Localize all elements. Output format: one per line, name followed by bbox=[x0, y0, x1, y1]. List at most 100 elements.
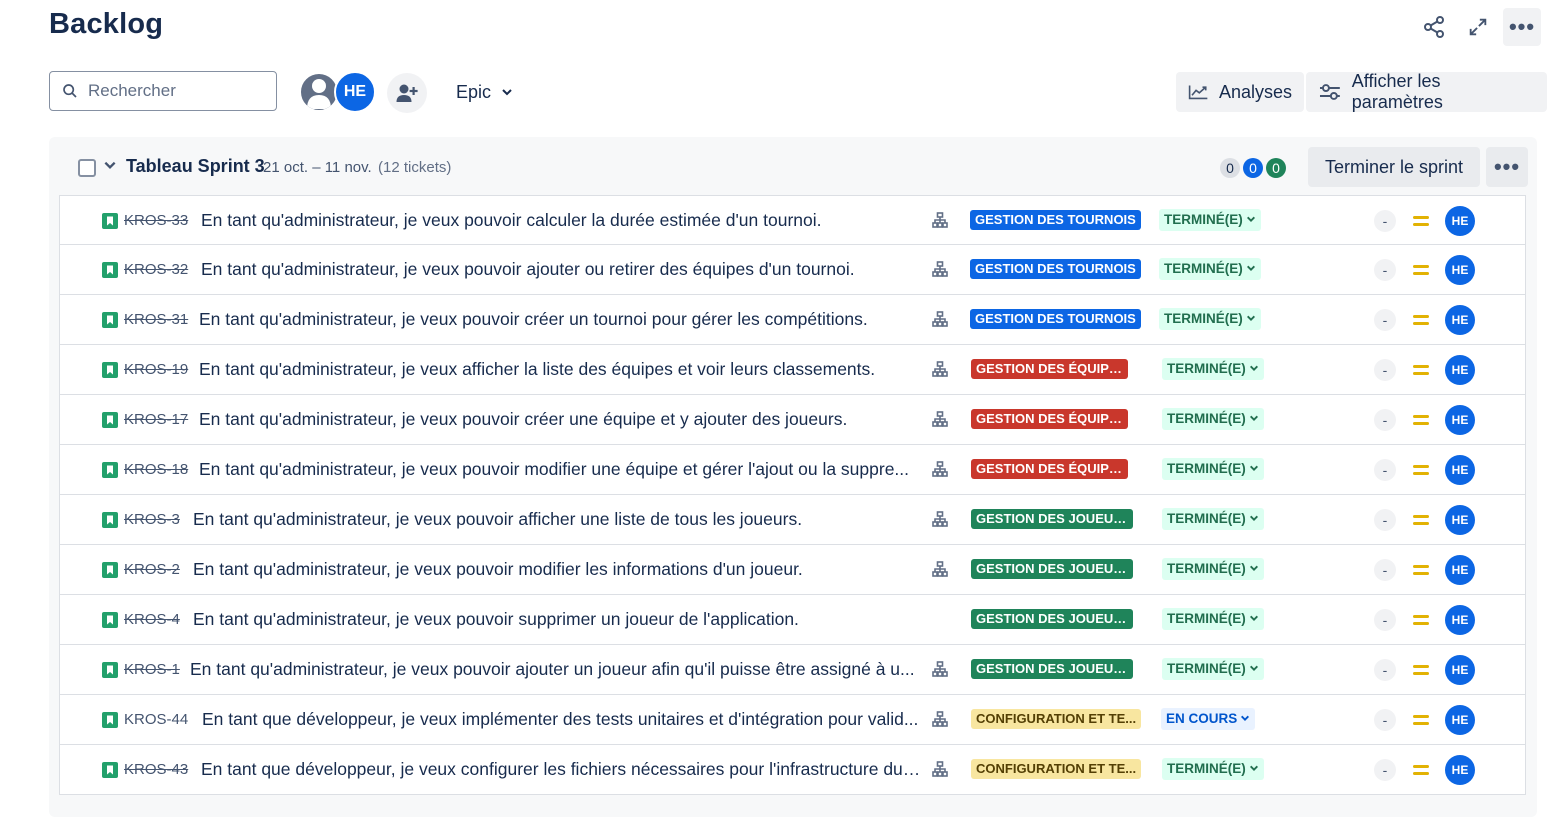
issue-summary[interactable]: En tant qu'administrateur, je veux affic… bbox=[199, 359, 875, 380]
epic-lozenge[interactable]: GESTION DES TOURNOIS bbox=[970, 210, 1141, 230]
epic-lozenge[interactable]: GESTION DES ÉQUIPES bbox=[971, 409, 1128, 429]
issue-row[interactable]: KROS-2 En tant qu'administrateur, je veux… bbox=[59, 545, 1526, 595]
issue-summary[interactable]: En tant qu'administrateur, je veux pouvo… bbox=[199, 309, 868, 330]
issue-row[interactable]: KROS-17 En tant qu'administrateur, je veu… bbox=[59, 395, 1526, 445]
status-dropdown[interactable]: TERMINÉ(E) bbox=[1162, 558, 1264, 580]
status-dropdown[interactable]: TERMINÉ(E) bbox=[1159, 308, 1261, 330]
child-issues-icon[interactable] bbox=[932, 561, 948, 582]
status-dropdown[interactable]: TERMINÉ(E) bbox=[1162, 458, 1264, 480]
child-issues-icon[interactable] bbox=[932, 711, 948, 732]
epic-lozenge[interactable]: CONFIGURATION ET TE... bbox=[971, 759, 1142, 779]
status-dropdown[interactable]: EN COURS bbox=[1161, 708, 1256, 730]
sprint-collapse-toggle[interactable] bbox=[103, 158, 117, 177]
more-actions-button[interactable]: ••• bbox=[1503, 8, 1541, 46]
issue-key[interactable]: KROS-33 bbox=[124, 212, 188, 229]
issue-row[interactable]: KROS-4 En tant qu'administrateur, je veux… bbox=[59, 595, 1526, 645]
issue-summary[interactable]: En tant qu'administrateur, je veux pouvo… bbox=[193, 509, 802, 530]
status-dropdown[interactable]: TERMINÉ(E) bbox=[1162, 358, 1264, 380]
sprint-more-button[interactable]: ••• bbox=[1486, 147, 1528, 187]
assignee-avatar[interactable]: HE bbox=[1445, 605, 1475, 635]
issue-key[interactable]: KROS-1 bbox=[124, 661, 180, 678]
epic-lozenge[interactable]: GESTION DES TOURNOIS bbox=[970, 309, 1141, 329]
child-issues-icon[interactable] bbox=[932, 661, 948, 682]
issue-summary[interactable]: En tant qu'administrateur, je veux pouvo… bbox=[201, 210, 822, 231]
avatar-unassigned[interactable] bbox=[299, 72, 339, 112]
issue-row[interactable]: KROS-33 En tant qu'administrateur, je veu… bbox=[59, 195, 1526, 245]
child-issues-icon[interactable] bbox=[932, 411, 948, 432]
view-settings-button[interactable]: Afficher les paramètres bbox=[1306, 71, 1547, 112]
issue-summary[interactable]: En tant que développeur, je veux configu… bbox=[201, 759, 922, 780]
epic-lozenge[interactable]: CONFIGURATION ET TE... bbox=[971, 709, 1142, 729]
issue-key[interactable]: KROS-3 bbox=[124, 511, 180, 528]
issue-key[interactable]: KROS-43 bbox=[124, 761, 188, 778]
issue-key[interactable]: KROS-44 bbox=[124, 711, 188, 728]
share-icon[interactable] bbox=[1415, 8, 1453, 46]
issue-key[interactable]: KROS-32 bbox=[124, 261, 188, 278]
child-issues-icon[interactable] bbox=[932, 261, 948, 282]
story-points-estimate[interactable]: - bbox=[1374, 210, 1396, 232]
story-points-estimate[interactable]: - bbox=[1374, 609, 1396, 631]
assignee-avatar[interactable]: HE bbox=[1445, 405, 1475, 435]
add-people-button[interactable] bbox=[387, 73, 427, 113]
story-points-estimate[interactable]: - bbox=[1374, 409, 1396, 431]
story-points-estimate[interactable]: - bbox=[1374, 359, 1396, 381]
epic-lozenge[interactable]: GESTION DES JOUEURS bbox=[971, 659, 1133, 679]
epic-filter[interactable]: Epic bbox=[446, 72, 523, 112]
story-points-estimate[interactable]: - bbox=[1374, 309, 1396, 331]
child-issues-icon[interactable] bbox=[932, 361, 948, 382]
assignee-avatar[interactable]: HE bbox=[1445, 255, 1475, 285]
issue-key[interactable]: KROS-19 bbox=[124, 361, 188, 378]
status-dropdown[interactable]: TERMINÉ(E) bbox=[1159, 258, 1261, 280]
expand-icon[interactable] bbox=[1459, 8, 1497, 46]
complete-sprint-button[interactable]: Terminer le sprint bbox=[1308, 147, 1480, 187]
assignee-avatar[interactable]: HE bbox=[1445, 305, 1475, 335]
sprint-select-checkbox[interactable] bbox=[78, 159, 96, 177]
search-input[interactable] bbox=[86, 80, 270, 102]
status-dropdown[interactable]: TERMINÉ(E) bbox=[1162, 508, 1264, 530]
assignee-avatar[interactable]: HE bbox=[1445, 555, 1475, 585]
analyses-button[interactable]: Analyses bbox=[1176, 72, 1304, 112]
assignee-avatar[interactable]: HE bbox=[1445, 705, 1475, 735]
status-dropdown[interactable]: TERMINÉ(E) bbox=[1162, 758, 1264, 780]
status-dropdown[interactable]: TERMINÉ(E) bbox=[1162, 658, 1264, 680]
issue-summary[interactable]: En tant qu'administrateur, je veux pouvo… bbox=[193, 559, 803, 580]
assignee-avatar[interactable]: HE bbox=[1445, 505, 1475, 535]
issue-row[interactable]: KROS-19 En tant qu'administrateur, je veu… bbox=[59, 345, 1526, 395]
issue-row[interactable]: KROS-31 En tant qu'administrateur, je veu… bbox=[59, 295, 1526, 345]
issue-row[interactable]: KROS-32 En tant qu'administrateur, je veu… bbox=[59, 245, 1526, 295]
epic-lozenge[interactable]: GESTION DES JOUEURS bbox=[971, 559, 1133, 579]
avatar-he[interactable]: HE bbox=[334, 71, 376, 113]
issue-key[interactable]: KROS-31 bbox=[124, 311, 188, 328]
epic-lozenge[interactable]: GESTION DES JOUEURS bbox=[971, 509, 1133, 529]
issue-row[interactable]: KROS-1 En tant qu'administrateur, je veux… bbox=[59, 645, 1526, 695]
issue-summary[interactable]: En tant qu'administrateur, je veux pouvo… bbox=[190, 659, 915, 680]
assignee-avatar[interactable]: HE bbox=[1445, 206, 1475, 236]
story-points-estimate[interactable]: - bbox=[1374, 509, 1396, 531]
assignee-avatar[interactable]: HE bbox=[1445, 455, 1475, 485]
issue-summary[interactable]: En tant que développeur, je veux impléme… bbox=[202, 709, 918, 730]
assignee-avatar[interactable]: HE bbox=[1445, 355, 1475, 385]
assignee-avatar[interactable]: HE bbox=[1445, 655, 1475, 685]
epic-lozenge[interactable]: GESTION DES JOUEURS bbox=[971, 609, 1133, 629]
issue-key[interactable]: KROS-17 bbox=[124, 411, 188, 428]
epic-lozenge[interactable]: GESTION DES ÉQUIPES bbox=[971, 459, 1128, 479]
child-issues-icon[interactable] bbox=[932, 761, 948, 782]
issue-summary[interactable]: En tant qu'administrateur, je veux pouvo… bbox=[193, 609, 799, 630]
issue-summary[interactable]: En tant qu'administrateur, je veux pouvo… bbox=[201, 259, 855, 280]
search-box[interactable] bbox=[49, 71, 277, 111]
issue-row[interactable]: KROS-3 En tant qu'administrateur, je veux… bbox=[59, 495, 1526, 545]
issue-row[interactable]: KROS-43 En tant que développeur, je veux … bbox=[59, 745, 1526, 795]
child-issues-icon[interactable] bbox=[932, 511, 948, 532]
status-dropdown[interactable]: TERMINÉ(E) bbox=[1159, 209, 1261, 231]
issue-summary[interactable]: En tant qu'administrateur, je veux pouvo… bbox=[199, 459, 909, 480]
issue-key[interactable]: KROS-4 bbox=[124, 611, 180, 628]
status-dropdown[interactable]: TERMINÉ(E) bbox=[1162, 408, 1264, 430]
issue-row[interactable]: KROS-44 En tant que développeur, je veux … bbox=[59, 695, 1526, 745]
issue-row[interactable]: KROS-18 En tant qu'administrateur, je veu… bbox=[59, 445, 1526, 495]
status-dropdown[interactable]: TERMINÉ(E) bbox=[1162, 608, 1264, 630]
child-issues-icon[interactable] bbox=[932, 311, 948, 332]
story-points-estimate[interactable]: - bbox=[1374, 559, 1396, 581]
issue-summary[interactable]: En tant qu'administrateur, je veux pouvo… bbox=[199, 409, 847, 430]
issue-key[interactable]: KROS-2 bbox=[124, 561, 180, 578]
story-points-estimate[interactable]: - bbox=[1374, 459, 1396, 481]
